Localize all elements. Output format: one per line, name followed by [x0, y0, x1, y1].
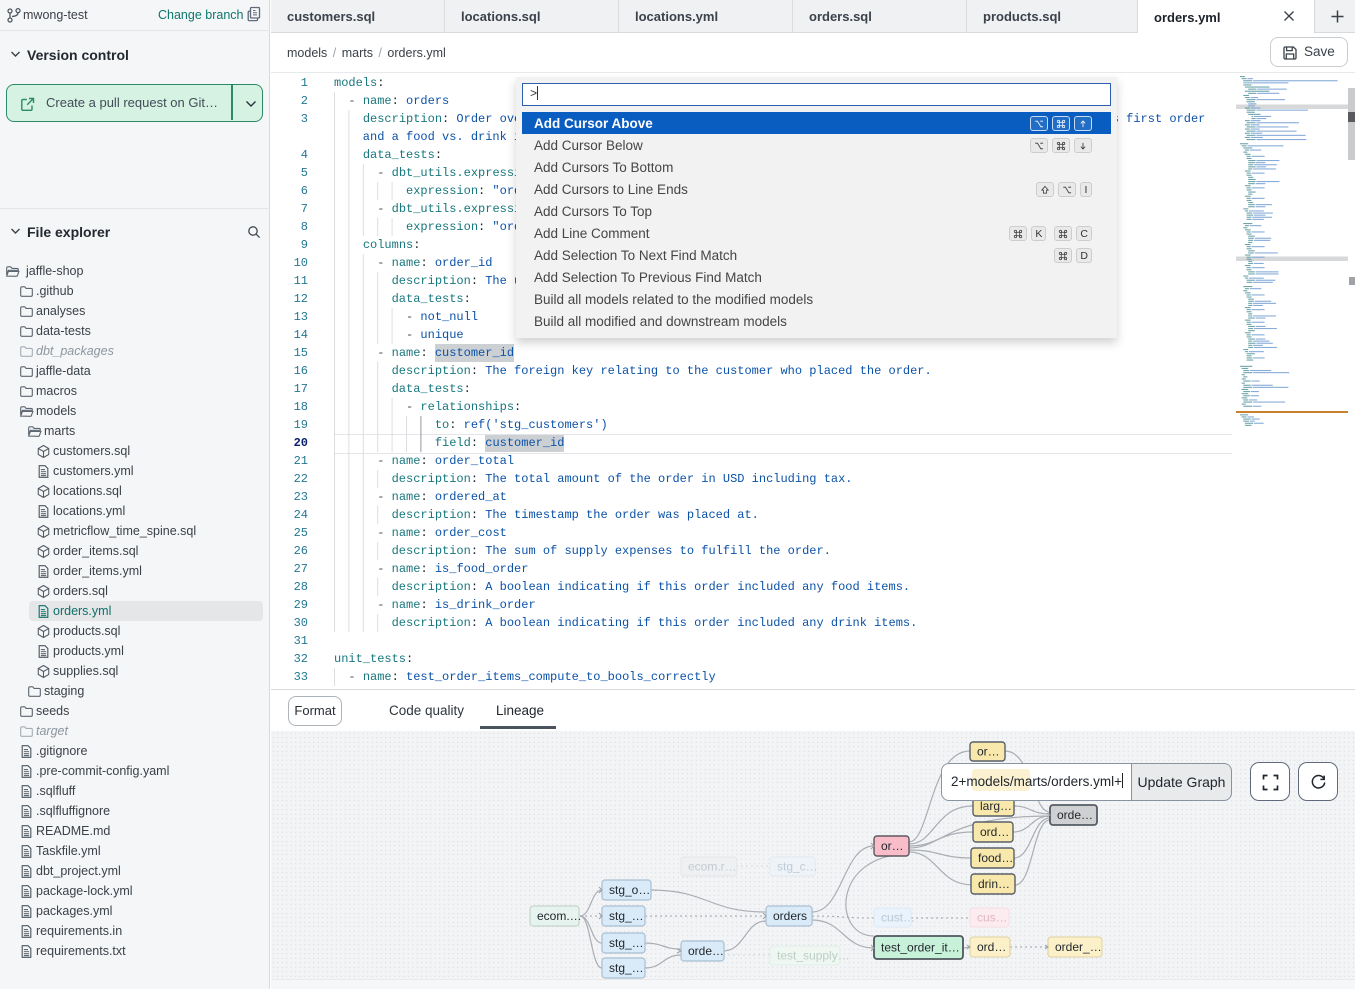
svg-text:ord…: ord…	[980, 825, 1009, 839]
svg-text:orders: orders	[773, 909, 807, 923]
svg-text:food…: food…	[978, 851, 1013, 865]
svg-text:cust…: cust…	[881, 911, 915, 925]
svg-text:test_supply…: test_supply…	[777, 949, 850, 963]
svg-text:drin…: drin…	[978, 877, 1010, 891]
svg-text:stg_…: stg_…	[609, 961, 644, 975]
svg-text:orde…: orde…	[688, 944, 724, 958]
svg-text:stg_o…: stg_o…	[609, 883, 650, 897]
svg-text:ord…: ord…	[977, 940, 1006, 954]
svg-text:test_order_it…: test_order_it…	[881, 941, 960, 955]
svg-text:or…: or…	[977, 745, 1000, 759]
svg-text:stg_…: stg_…	[609, 909, 644, 923]
svg-text:ecom.r…: ecom.r…	[688, 860, 737, 874]
svg-text:stg_c…: stg_c…	[777, 860, 818, 874]
svg-text:stg_…: stg_…	[609, 936, 644, 950]
svg-text:ecom.…: ecom.…	[537, 909, 582, 923]
svg-text:order_…: order_…	[1055, 940, 1102, 954]
svg-text:orde…: orde…	[1057, 808, 1093, 822]
svg-text:larg…: larg…	[980, 799, 1012, 813]
svg-text:cus…: cus…	[977, 911, 1008, 925]
svg-text:or…: or…	[881, 839, 904, 853]
